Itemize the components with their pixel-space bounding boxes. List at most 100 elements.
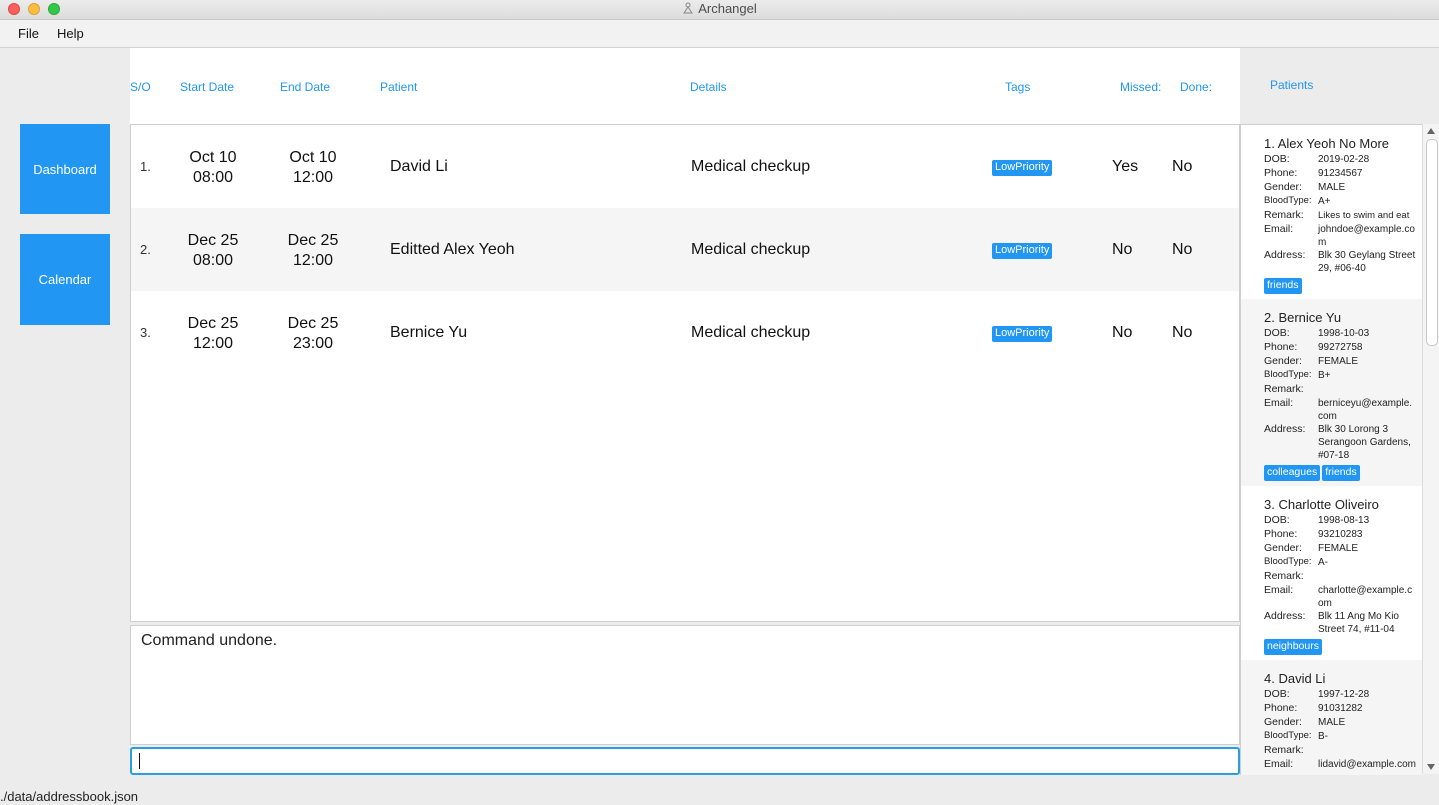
result-message: Command undone. xyxy=(141,632,278,649)
priority-tag: LowPriority xyxy=(992,160,1053,176)
appointment-index: 1. xyxy=(140,159,151,174)
appointment-done: No xyxy=(1172,241,1193,258)
appointment-missed: No xyxy=(1112,324,1133,341)
appointment-patient: David Li xyxy=(390,158,448,175)
patient-name: 2. Bernice Yu xyxy=(1264,310,1342,325)
scroll-up-icon[interactable] xyxy=(1427,128,1435,134)
start-time: 08:00 xyxy=(192,252,234,269)
bloodtype-label: BloodType: xyxy=(1264,195,1312,206)
patients-header: Patients xyxy=(1240,48,1439,124)
appointment-row[interactable]: 1. Oct 10 08:00 Oct 10 12:00 David Li Me… xyxy=(131,125,1239,208)
phone-label: Phone: xyxy=(1264,702,1298,714)
menu-bar: File Help xyxy=(0,20,1439,48)
end-time: 12:00 xyxy=(292,252,334,269)
end-time: 12:00 xyxy=(292,169,334,186)
patient-name: 4. David Li xyxy=(1264,671,1326,686)
scroll-thumb[interactable] xyxy=(1426,139,1438,346)
dashboard-button[interactable]: Dashboard xyxy=(20,124,110,214)
title-bar: Archangel xyxy=(0,0,1439,20)
patient-tag: friends xyxy=(1264,278,1302,294)
text-caret xyxy=(139,753,140,769)
patient-gender: MALE xyxy=(1318,182,1346,193)
appointment-index: 3. xyxy=(140,325,151,340)
priority-tag: LowPriority xyxy=(992,243,1053,259)
patient-list-scrollbar[interactable] xyxy=(1422,124,1439,774)
appointment-details: Medical checkup xyxy=(691,158,811,175)
patient-tag: neighbours xyxy=(1264,639,1322,655)
menu-file[interactable]: File xyxy=(18,26,39,41)
phone-label: Phone: xyxy=(1264,341,1298,353)
patient-email: lidavid@example.com xyxy=(1318,759,1416,770)
appointment-start: Oct 10 08:00 xyxy=(173,148,253,188)
patient-address: Blk 30 Geylang Street 29, #06-40 xyxy=(1318,250,1416,274)
appointment-list-header: S/O Start Date End Date Patient Details … xyxy=(130,48,1240,124)
start-date: Dec 25 xyxy=(187,315,239,332)
patient-bloodtype: B+ xyxy=(1318,370,1331,381)
window-title-wrap: Archangel xyxy=(0,1,1439,16)
address-label: Address: xyxy=(1264,610,1306,622)
appointment-done: No xyxy=(1172,324,1193,341)
gender-label: Gender: xyxy=(1264,181,1302,193)
phone-label: Phone: xyxy=(1264,528,1298,540)
patient-dob: 1997-12-28 xyxy=(1318,689,1370,700)
patients-title: Patients xyxy=(1270,78,1314,92)
start-time: 12:00 xyxy=(192,335,234,352)
patient-dob: 1998-10-03 xyxy=(1318,328,1370,339)
appointment-start: Dec 25 12:00 xyxy=(173,314,253,354)
bloodtype-label: BloodType: xyxy=(1264,556,1312,567)
gender-label: Gender: xyxy=(1264,716,1302,728)
patient-phone: 91031282 xyxy=(1318,703,1363,714)
email-label: Email: xyxy=(1264,758,1294,770)
patient-card[interactable]: 2. Bernice Yu DOB: 1998-10-03 Phone: 992… xyxy=(1241,299,1423,486)
patient-bloodtype: A+ xyxy=(1318,196,1331,207)
menu-help[interactable]: Help xyxy=(57,26,84,41)
result-display[interactable]: Command undone. xyxy=(130,625,1240,745)
appointment-list[interactable]: 1. Oct 10 08:00 Oct 10 12:00 David Li Me… xyxy=(130,124,1240,622)
patient-tags: neighbours xyxy=(1264,636,1324,655)
patient-gender: FEMALE xyxy=(1318,543,1359,554)
remark-label: Remark: xyxy=(1264,744,1304,756)
dob-label: DOB: xyxy=(1264,327,1290,339)
header-patient: Patient xyxy=(380,80,418,94)
patient-dob: 1998-08-13 xyxy=(1318,515,1370,526)
header-so: S/O xyxy=(130,80,151,94)
start-time: 08:00 xyxy=(192,169,234,186)
end-date: Dec 25 xyxy=(287,315,339,332)
appointment-details: Medical checkup xyxy=(691,241,811,258)
priority-tag: LowPriority xyxy=(992,326,1053,342)
appointment-row[interactable]: 2. Dec 25 08:00 Dec 25 12:00 Editted Ale… xyxy=(131,208,1239,291)
command-input[interactable] xyxy=(138,752,1228,770)
appointment-row[interactable]: 3. Dec 25 12:00 Dec 25 23:00 Bernice Yu … xyxy=(131,291,1239,374)
email-label: Email: xyxy=(1264,223,1294,235)
patient-tags: colleagues friends xyxy=(1264,462,1362,481)
patient-tag: colleagues xyxy=(1264,465,1321,481)
patient-list[interactable]: 1. Alex Yeoh No More DOB: 2019-02-28 Pho… xyxy=(1240,124,1423,775)
header-done: Done: xyxy=(1180,80,1213,94)
header-end-date: End Date xyxy=(280,80,331,94)
start-date: Dec 25 xyxy=(187,232,239,249)
command-box[interactable] xyxy=(130,747,1240,775)
patient-card[interactable]: 1. Alex Yeoh No More DOB: 2019-02-28 Pho… xyxy=(1241,125,1423,299)
dob-label: DOB: xyxy=(1264,688,1290,700)
dob-label: DOB: xyxy=(1264,514,1290,526)
patient-dob: 2019-02-28 xyxy=(1318,154,1370,165)
gender-label: Gender: xyxy=(1264,355,1302,367)
calendar-button[interactable]: Calendar xyxy=(20,234,110,325)
patient-card[interactable]: 3. Charlotte Oliveiro DOB: 1998-08-13 Ph… xyxy=(1241,486,1423,660)
patient-tag: friends xyxy=(1322,465,1360,481)
patient-gender: MALE xyxy=(1318,717,1346,728)
end-date: Oct 10 xyxy=(289,149,337,166)
start-date: Oct 10 xyxy=(189,149,237,166)
address-label: Address: xyxy=(1264,423,1306,435)
header-start-date: Start Date xyxy=(180,80,235,94)
address-label: Address: xyxy=(1264,249,1306,261)
header-tags: Tags xyxy=(1005,80,1031,94)
scroll-down-icon[interactable] xyxy=(1427,764,1435,770)
header-missed: Missed: xyxy=(1120,80,1162,94)
patient-phone: 93210283 xyxy=(1318,529,1363,540)
patient-phone: 91234567 xyxy=(1318,168,1363,179)
end-time: 23:00 xyxy=(292,335,334,352)
patient-card[interactable]: 4. David Li DOB: 1997-12-28 Phone: 91031… xyxy=(1241,660,1423,775)
app-icon xyxy=(683,2,694,14)
appointment-patient: Bernice Yu xyxy=(390,324,468,341)
